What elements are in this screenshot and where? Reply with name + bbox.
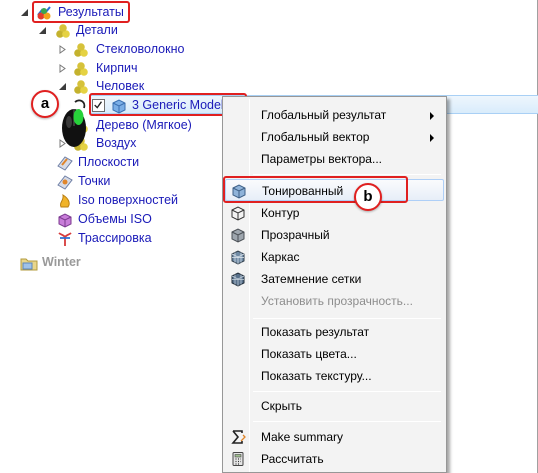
- iso-surface-icon: [60, 194, 70, 208]
- menu-item-label: Установить прозрачность...: [261, 294, 413, 308]
- menu-item-label: Make summary: [261, 430, 344, 444]
- menu-separator: [253, 421, 441, 422]
- menu-item-outline[interactable]: Контур: [225, 202, 444, 224]
- menu-item-label: Затемнение сетки: [261, 272, 362, 286]
- tree-item-fiberglass[interactable]: Стекловолокно: [58, 40, 198, 59]
- iso-volume-icon: [58, 213, 72, 228]
- menu-item-calculate[interactable]: Рассчитать: [225, 448, 444, 470]
- tree-item-iso-surfaces[interactable]: Iso поверхностей: [56, 191, 196, 210]
- parts-icon: [56, 24, 70, 38]
- menu-item-show-colors[interactable]: Показать цвета...: [225, 343, 444, 365]
- menu-item-label: Контур: [261, 206, 300, 220]
- material-icon: [74, 43, 88, 57]
- folder-icon: [20, 258, 38, 271]
- menu-item-make-summary[interactable]: Make summary: [225, 426, 444, 448]
- menu-item-hide[interactable]: Скрыть: [225, 395, 444, 417]
- menu-separator: [253, 391, 441, 392]
- tree-label: Детали: [76, 23, 118, 37]
- expand-arrow-icon[interactable]: [58, 45, 67, 54]
- callout-a: a: [31, 90, 59, 118]
- menu-item-transparent[interactable]: Прозрачный: [225, 224, 444, 246]
- transparent-cube-icon: [231, 228, 245, 243]
- collapse-arrow-icon[interactable]: [58, 82, 67, 91]
- tree-label: Точки: [78, 174, 111, 188]
- menu-item-set-transparency[interactable]: Установить прозрачность...: [225, 290, 444, 312]
- menu-item-label: Показать цвета...: [261, 347, 357, 361]
- trace-icon: [58, 232, 72, 246]
- menu-item-global-result[interactable]: Глобальный результат: [225, 104, 444, 126]
- collapse-arrow-icon[interactable]: [38, 26, 47, 35]
- mouse-icon: [62, 99, 86, 147]
- menu-item-label: Глобальный результат: [261, 108, 387, 122]
- menu-item-global-vector[interactable]: Глобальный вектор: [225, 126, 444, 148]
- menu-item-label: Глобальный вектор: [261, 130, 370, 144]
- tree-item-trace[interactable]: Трассировка: [56, 229, 196, 248]
- tree-item-winter[interactable]: Winter: [20, 253, 120, 272]
- tree-item-planes[interactable]: Плоскости: [56, 153, 176, 172]
- calculator-icon: [232, 452, 244, 466]
- menu-item-label: Прозрачный: [261, 228, 330, 242]
- material-icon: [74, 62, 88, 76]
- sigma-icon: [231, 430, 246, 444]
- menu-item-label: Каркас: [261, 250, 300, 264]
- tree-label: Кирпич: [96, 61, 138, 75]
- menu-item-vector-params[interactable]: Параметры вектора...: [225, 148, 444, 170]
- collapse-arrow-icon[interactable]: [20, 8, 29, 17]
- tree-label: Iso поверхностей: [78, 193, 179, 207]
- expand-arrow-icon[interactable]: [58, 64, 67, 73]
- planes-icon: [57, 156, 73, 171]
- menu-item-label: Показать текстуру...: [261, 369, 372, 383]
- mesh-shading-icon: [231, 272, 245, 287]
- menu-item-label: Скрыть: [261, 399, 302, 413]
- tree-label: Объемы ISO: [78, 212, 152, 226]
- menu-item-wireframe[interactable]: Каркас: [225, 246, 444, 268]
- menu-item-label: Рассчитать: [261, 452, 324, 466]
- points-icon: [57, 175, 73, 190]
- outline-cube-icon: [231, 206, 245, 221]
- tree-label: Плоскости: [78, 155, 140, 169]
- menu-item-label: Параметры вектора...: [261, 152, 382, 166]
- menu-item-label: Показать результат: [261, 325, 370, 339]
- menu-separator: [253, 174, 441, 175]
- tree-label: Стекловолокно: [96, 42, 185, 56]
- tree-label: Трассировка: [78, 231, 152, 245]
- wireframe-cube-icon: [231, 250, 245, 265]
- menu-separator: [253, 318, 441, 319]
- tree-item-points[interactable]: Точки: [56, 172, 156, 191]
- context-menu: Глобальный результат Глобальный вектор П…: [222, 96, 447, 473]
- submenu-arrow-icon: [430, 134, 434, 142]
- tree-label: Воздух: [96, 136, 137, 150]
- callout-b: b: [354, 183, 382, 211]
- menu-item-show-texture[interactable]: Показать текстуру...: [225, 365, 444, 387]
- menu-item-show-result[interactable]: Показать результат: [225, 321, 444, 343]
- submenu-arrow-icon: [430, 112, 434, 120]
- tree-item-iso-volumes[interactable]: Объемы ISO: [56, 210, 196, 229]
- material-icon: [74, 80, 88, 94]
- tree-label: Дерево (Мягкое): [96, 118, 192, 132]
- highlight-box-results: [32, 1, 130, 23]
- tree-item-brick[interactable]: Кирпич: [58, 59, 158, 78]
- tree-label: Winter: [42, 255, 81, 269]
- menu-item-mesh-shading[interactable]: Затемнение сетки: [225, 268, 444, 290]
- tree-item-details[interactable]: Детали: [38, 21, 138, 40]
